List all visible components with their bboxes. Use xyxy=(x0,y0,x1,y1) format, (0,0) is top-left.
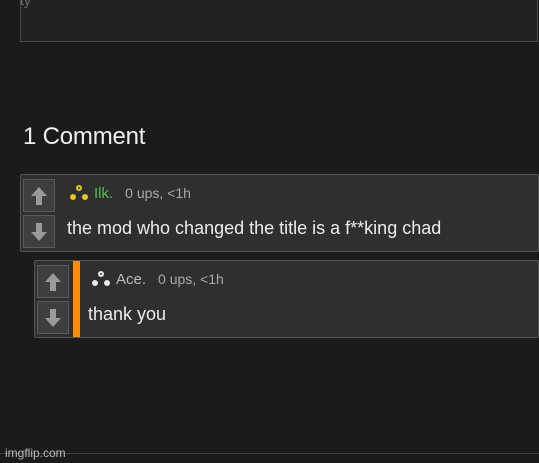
previous-content-box xyxy=(20,0,538,42)
own-comment-accent-bar xyxy=(73,261,80,337)
comment-meta: Ace. 0 ups, <1h xyxy=(90,270,224,288)
comment-stats: 0 ups, <1h xyxy=(125,185,191,201)
comment-stats: 0 ups, <1h xyxy=(158,271,224,287)
arrow-up-icon xyxy=(31,186,47,205)
previous-content-text: ty xyxy=(20,0,31,8)
comment-reply: Ace. 0 ups, <1h thank you xyxy=(34,260,539,338)
comment-username[interactable]: Ilk. xyxy=(94,185,113,202)
upvote-button[interactable] xyxy=(23,179,55,212)
downvote-button[interactable] xyxy=(23,215,55,248)
comment-meta: Ilk. 0 ups, <1h xyxy=(68,184,191,202)
vote-controls xyxy=(21,175,59,251)
arrow-up-icon xyxy=(45,272,61,291)
triangle-dots-icon xyxy=(70,185,88,200)
vote-controls xyxy=(35,261,73,337)
watermark: imgflip.com xyxy=(5,446,66,460)
downvote-button[interactable] xyxy=(37,301,69,334)
comment-body: thank you xyxy=(88,304,167,324)
comment-username[interactable]: Ace. xyxy=(116,271,146,288)
triangle-dots-icon xyxy=(92,271,110,286)
comment-body: the mod who changed the title is a f**ki… xyxy=(67,218,442,238)
page-divider xyxy=(0,453,539,454)
arrow-down-icon xyxy=(45,308,61,327)
comment: Ilk. 0 ups, <1h the mod who changed the … xyxy=(20,174,539,252)
upvote-button[interactable] xyxy=(37,265,69,298)
comments-heading: 1 Comment xyxy=(23,123,146,150)
arrow-down-icon xyxy=(31,222,47,241)
